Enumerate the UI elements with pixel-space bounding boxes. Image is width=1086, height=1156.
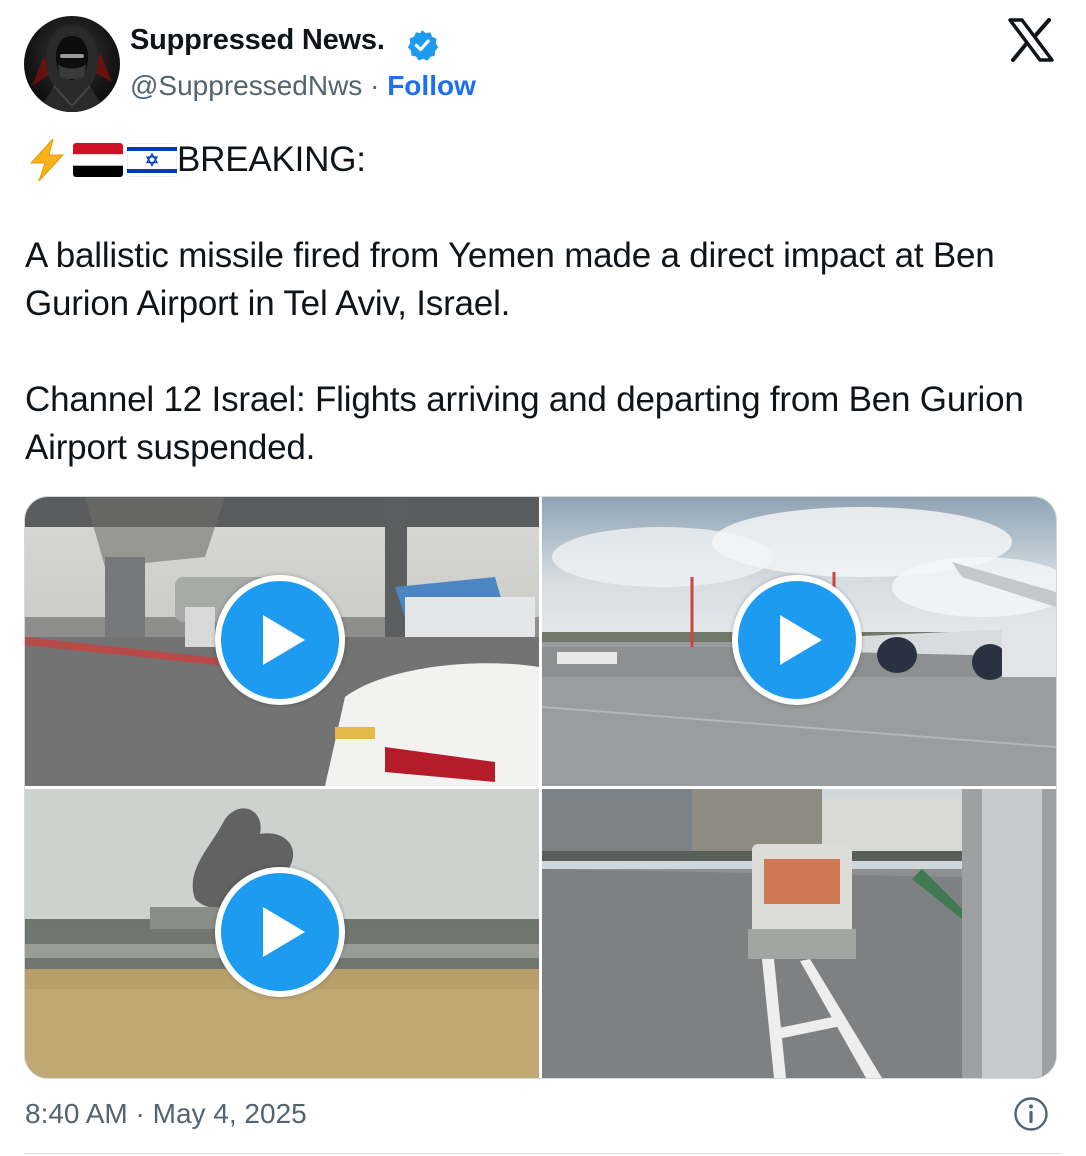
tweet-paragraph-2: Channel 12 Israel: Flights arriving and … <box>25 380 1024 467</box>
hooded-figure-avatar-icon <box>32 26 112 112</box>
lightning-bolt-icon <box>29 138 65 182</box>
tweet-paragraph-1: A ballistic missile fired from Yemen mad… <box>25 236 995 323</box>
play-icon <box>263 907 305 957</box>
play-button[interactable] <box>215 575 345 705</box>
tweet-card: Suppressed News. @SuppressedNws · Follow <box>0 0 1086 1156</box>
headline-row: BREAKING: <box>25 136 1065 184</box>
tweet-text: BREAKING: A ballistic missile fired from… <box>25 136 1065 472</box>
media-grid <box>24 496 1057 1079</box>
follow-button[interactable]: Follow <box>387 70 476 101</box>
flag-israel-icon <box>127 143 177 177</box>
info-icon[interactable] <box>1013 1096 1049 1132</box>
handle-separator: · <box>370 70 380 101</box>
author-handle[interactable]: @SuppressedNws <box>130 70 362 101</box>
play-icon <box>263 615 305 665</box>
avatar[interactable] <box>24 16 120 112</box>
handle-line: @SuppressedNws · Follow <box>130 70 476 102</box>
video-thumbnail-1[interactable] <box>25 497 539 786</box>
author-name[interactable]: Suppressed News. <box>130 24 385 57</box>
verified-badge-icon <box>407 30 439 61</box>
tweet-headline: BREAKING: <box>177 140 366 179</box>
x-logo-icon[interactable] <box>1008 18 1054 62</box>
play-button[interactable] <box>215 867 345 997</box>
airport-apron-image <box>542 789 1056 1078</box>
video-thumbnail-4 <box>542 789 1056 1078</box>
video-thumbnail-3[interactable] <box>25 789 539 1078</box>
video-thumbnail-2[interactable] <box>542 497 1056 786</box>
play-button[interactable] <box>732 575 862 705</box>
tweet-timestamp[interactable]: 8:40 AM · May 4, 2025 <box>25 1098 307 1130</box>
flag-yemen-icon <box>73 143 123 177</box>
play-icon <box>780 615 822 665</box>
